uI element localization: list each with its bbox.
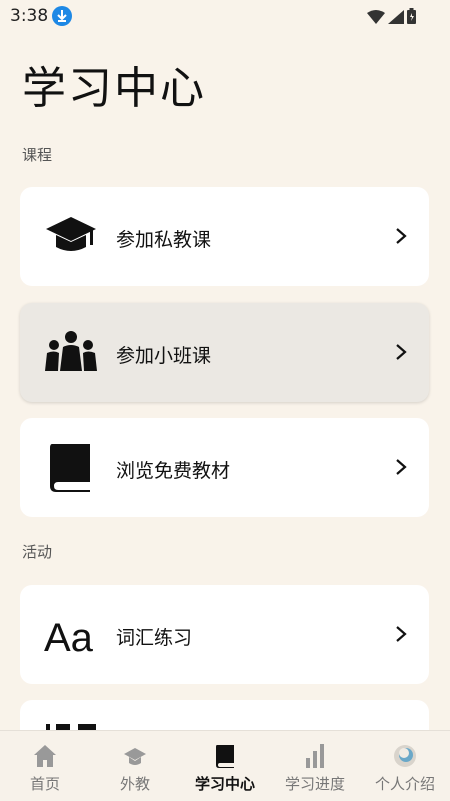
status-bar: 3:38 [0,0,450,32]
group-class-card[interactable]: 参加小班课 [20,303,429,402]
book-icon [50,444,90,492]
nav-learning-center[interactable]: 学习中心 [180,731,270,801]
download-icon [52,6,72,26]
bottom-navigation: 首页 外教 学习中心 学习进度 个人介绍 [0,730,450,801]
nav-profile[interactable]: 个人介绍 [360,731,450,801]
next-activity-card[interactable] [20,700,429,730]
free-materials-card[interactable]: 浏览免费教材 [20,418,429,517]
graduation-cap-icon [46,217,96,251]
free-materials-label: 浏览免费教材 [116,460,231,482]
section-label-activities: 活动 [22,543,53,561]
home-icon [34,745,56,767]
group-icon [45,331,97,371]
vocabulary-practice-label: 词汇练习 [116,627,193,649]
vocabulary-practice-card[interactable]: Aa 词汇练习 [20,585,429,684]
nav-home-label: 首页 [29,775,60,793]
avatar-icon [394,745,416,767]
chevron-right-icon [396,626,407,642]
section-label-courses: 课程 [22,146,53,164]
private-lesson-label: 参加私教课 [116,229,212,251]
nav-teachers[interactable]: 外教 [90,731,180,801]
battery-icon [407,8,416,24]
status-time: 3:38 [10,6,49,26]
chevron-right-icon [396,344,407,360]
teacher-cap-icon [124,748,146,765]
nav-teachers-label: 外教 [119,775,150,793]
nav-home[interactable]: 首页 [0,731,90,801]
partial-icon [46,724,96,730]
nav-progress-label: 学习进度 [284,775,345,793]
nav-progress[interactable]: 学习进度 [270,731,360,801]
svg-text:Aa: Aa [44,616,94,659]
signal-icon [388,10,404,24]
book-icon [216,745,234,768]
wifi-icon [367,10,385,24]
nav-profile-label: 个人介绍 [374,775,435,793]
text-aa-icon: Aa [44,616,94,659]
nav-learning-center-label: 学习中心 [194,775,255,793]
private-lesson-card[interactable]: 参加私教课 [20,187,429,286]
group-class-label: 参加小班课 [116,345,212,367]
chevron-right-icon [396,459,407,475]
chevron-right-icon [396,228,407,244]
page-title: 学习中心 [22,63,206,114]
bar-chart-icon [306,744,324,768]
